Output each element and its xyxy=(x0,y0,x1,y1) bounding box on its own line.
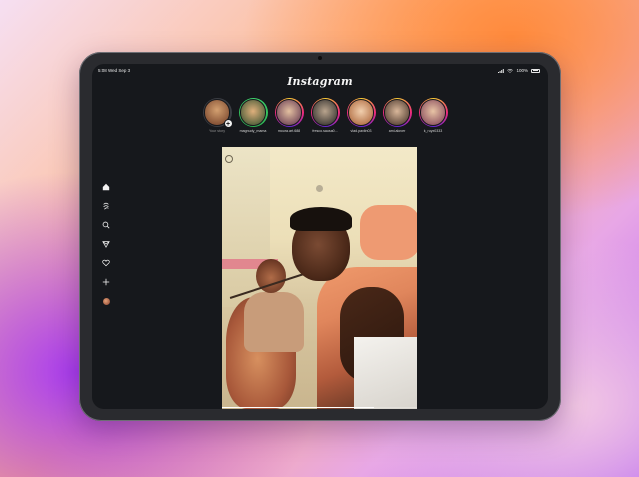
story-avatar xyxy=(383,99,411,126)
story-ring xyxy=(310,98,340,127)
wifi-icon xyxy=(507,68,514,73)
stories-tray: + Your story magnudy_mama moura.art.688 xyxy=(202,98,448,133)
story-ring xyxy=(346,98,376,127)
home-icon xyxy=(102,183,110,191)
sidebar-item-activity[interactable] xyxy=(99,257,113,269)
story-item[interactable]: magnudy_mama xyxy=(238,98,268,133)
story-avatar xyxy=(239,99,267,126)
story-item[interactable]: k_ruyx0333 xyxy=(418,98,448,133)
status-time: 5:08 Wed Sep 3 xyxy=(98,68,131,73)
corner-overlay-icon xyxy=(225,155,233,163)
battery-percent: 100% xyxy=(516,68,528,73)
story-item[interactable]: fresco.sausa0... xyxy=(310,98,340,133)
story-avatar xyxy=(419,99,447,126)
reels-icon xyxy=(103,202,109,210)
post-progress-fill xyxy=(222,406,375,408)
story-ring xyxy=(382,98,412,127)
sidebar-item-messages[interactable] xyxy=(99,238,113,250)
sidebar-item-reels[interactable] xyxy=(99,200,113,212)
sidebar-item-create[interactable] xyxy=(99,276,113,288)
story-avatar xyxy=(275,99,303,126)
front-camera xyxy=(318,56,322,60)
story-item[interactable]: ami.alover xyxy=(382,98,412,133)
story-ring xyxy=(274,98,304,127)
story-avatar xyxy=(311,99,339,126)
post-photo-light xyxy=(316,185,323,192)
post-media[interactable] xyxy=(222,147,417,409)
avatar xyxy=(102,297,110,305)
story-ring xyxy=(418,98,448,127)
sidebar-item-home[interactable] xyxy=(99,181,113,193)
post-photo-shirt xyxy=(360,205,417,260)
sidebar-item-profile[interactable] xyxy=(99,295,113,307)
status-indicators: 100% xyxy=(498,68,540,73)
story-item[interactable]: vlad.pavlin03 xyxy=(346,98,376,133)
sidebar-item-search[interactable] xyxy=(99,219,113,231)
search-icon xyxy=(102,221,110,229)
story-label: magnudy_mama xyxy=(239,129,267,133)
post-photo-cellist xyxy=(244,292,304,352)
story-label: Your story xyxy=(208,129,226,133)
tablet-frame: 5:08 Wed Sep 3 100% Instagram + Your sto… xyxy=(79,52,561,421)
story-label: ami.alover xyxy=(388,129,406,133)
signal-icon xyxy=(498,68,505,73)
story-label: moura.art.688 xyxy=(277,129,301,133)
story-avatar xyxy=(347,99,375,126)
post-photo-sleeve xyxy=(354,337,417,409)
sidebar-nav xyxy=(99,181,113,307)
add-story-icon[interactable]: + xyxy=(223,119,233,128)
app-screen: 5:08 Wed Sep 3 100% Instagram + Your sto… xyxy=(92,64,548,409)
story-label: vlad.pavlin03 xyxy=(350,129,372,133)
heart-icon xyxy=(102,259,110,267)
story-label: fresco.sausa0... xyxy=(312,129,338,133)
battery-icon xyxy=(531,68,540,73)
plus-icon xyxy=(102,278,110,286)
post-photo-hair xyxy=(290,207,352,231)
story-item-your-story[interactable]: + Your story xyxy=(202,98,233,133)
story-ring: + xyxy=(202,98,233,128)
app-logo-title[interactable]: Instagram xyxy=(92,75,548,88)
story-label: k_ruyx0333 xyxy=(423,129,443,133)
story-ring xyxy=(238,98,268,127)
post-progress-bar xyxy=(222,406,417,408)
story-item[interactable]: moura.art.688 xyxy=(274,98,304,133)
send-icon xyxy=(102,241,110,248)
